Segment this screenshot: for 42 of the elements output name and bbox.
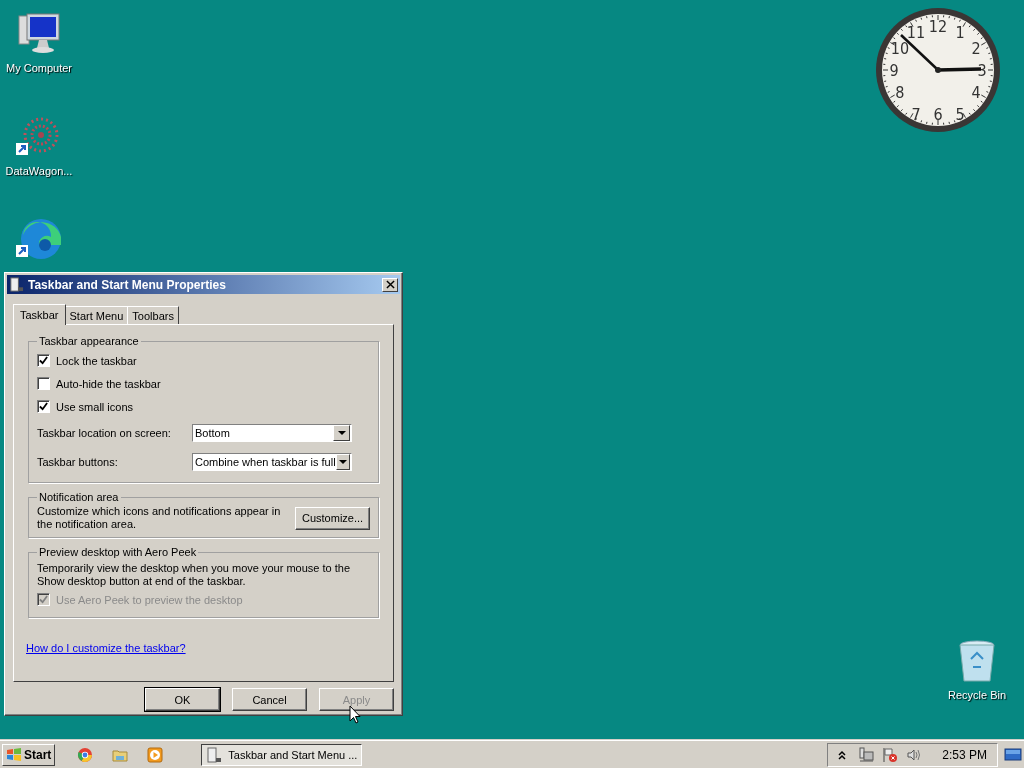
play-icon[interactable] — [147, 746, 164, 763]
caret-icon — [338, 459, 347, 464]
help-link[interactable]: How do I customize the taskbar? — [26, 642, 186, 654]
caret-icon — [337, 430, 346, 435]
clock-time[interactable]: 2:53 PM — [942, 747, 987, 762]
group-title: Preview desktop with Aero Peek — [38, 546, 198, 558]
group-title: Taskbar appearance — [38, 335, 140, 347]
tower-icon — [9, 277, 24, 292]
tab[interactable]: Taskbar — [13, 304, 66, 325]
group-title: Notification area — [38, 491, 120, 503]
desktop-icon-label[interactable]: Recycle Bin — [947, 689, 1007, 701]
tower-icon — [206, 746, 223, 763]
field-label: Taskbar location on screen: — [37, 426, 171, 439]
network-icon[interactable] — [858, 746, 875, 763]
customize-button[interactable]: Customize... — [295, 506, 370, 530]
taskbar-button[interactable]: Taskbar and Start Menu ... — [201, 743, 363, 766]
checkbox-label: Use Aero Peek to preview the desktop — [56, 593, 243, 606]
dropdown[interactable]: Bottom — [192, 423, 352, 442]
dropdown[interactable]: Combine when taskbar is full — [192, 452, 352, 471]
close-button[interactable] — [382, 277, 398, 292]
dialog-button[interactable]: Cancel — [232, 688, 307, 711]
tab[interactable]: Toolbars — [127, 306, 179, 324]
desktop-icon-label[interactable]: DataWagon... — [5, 165, 73, 177]
monitor-icon[interactable] — [1004, 746, 1022, 763]
description-text: Temporarily view the desktop when you move your mouse to the Show desktop button at end of the taskbar. — [37, 562, 352, 588]
start-button[interactable]: Start — [2, 743, 56, 766]
desktop-icon-label[interactable]: My Computer — [6, 62, 72, 74]
checkbox[interactable] — [37, 400, 50, 413]
windows-logo-icon — [6, 746, 22, 763]
close-icon — [385, 280, 395, 289]
checkbox-label: Lock the taskbar — [56, 354, 137, 367]
window-title: Taskbar and Start Menu Properties — [28, 277, 227, 292]
checkbox-label: Auto-hide the taskbar — [56, 377, 161, 390]
checkbox-label: Use small icons — [56, 400, 134, 413]
checkbox[interactable] — [37, 377, 50, 390]
dialog-button[interactable]: OK — [145, 688, 220, 711]
flag-icon[interactable] — [882, 746, 899, 763]
field-label: Taskbar buttons: — [37, 455, 118, 468]
browser-icon[interactable] — [77, 746, 94, 763]
checkbox[interactable] — [37, 354, 50, 367]
description-text: Customize which icons and notifications appear in the notification area. — [37, 505, 282, 531]
clock-gadget: 11 12 1 10 2 9 3 8 4 7 6 5 — [873, 5, 1003, 135]
